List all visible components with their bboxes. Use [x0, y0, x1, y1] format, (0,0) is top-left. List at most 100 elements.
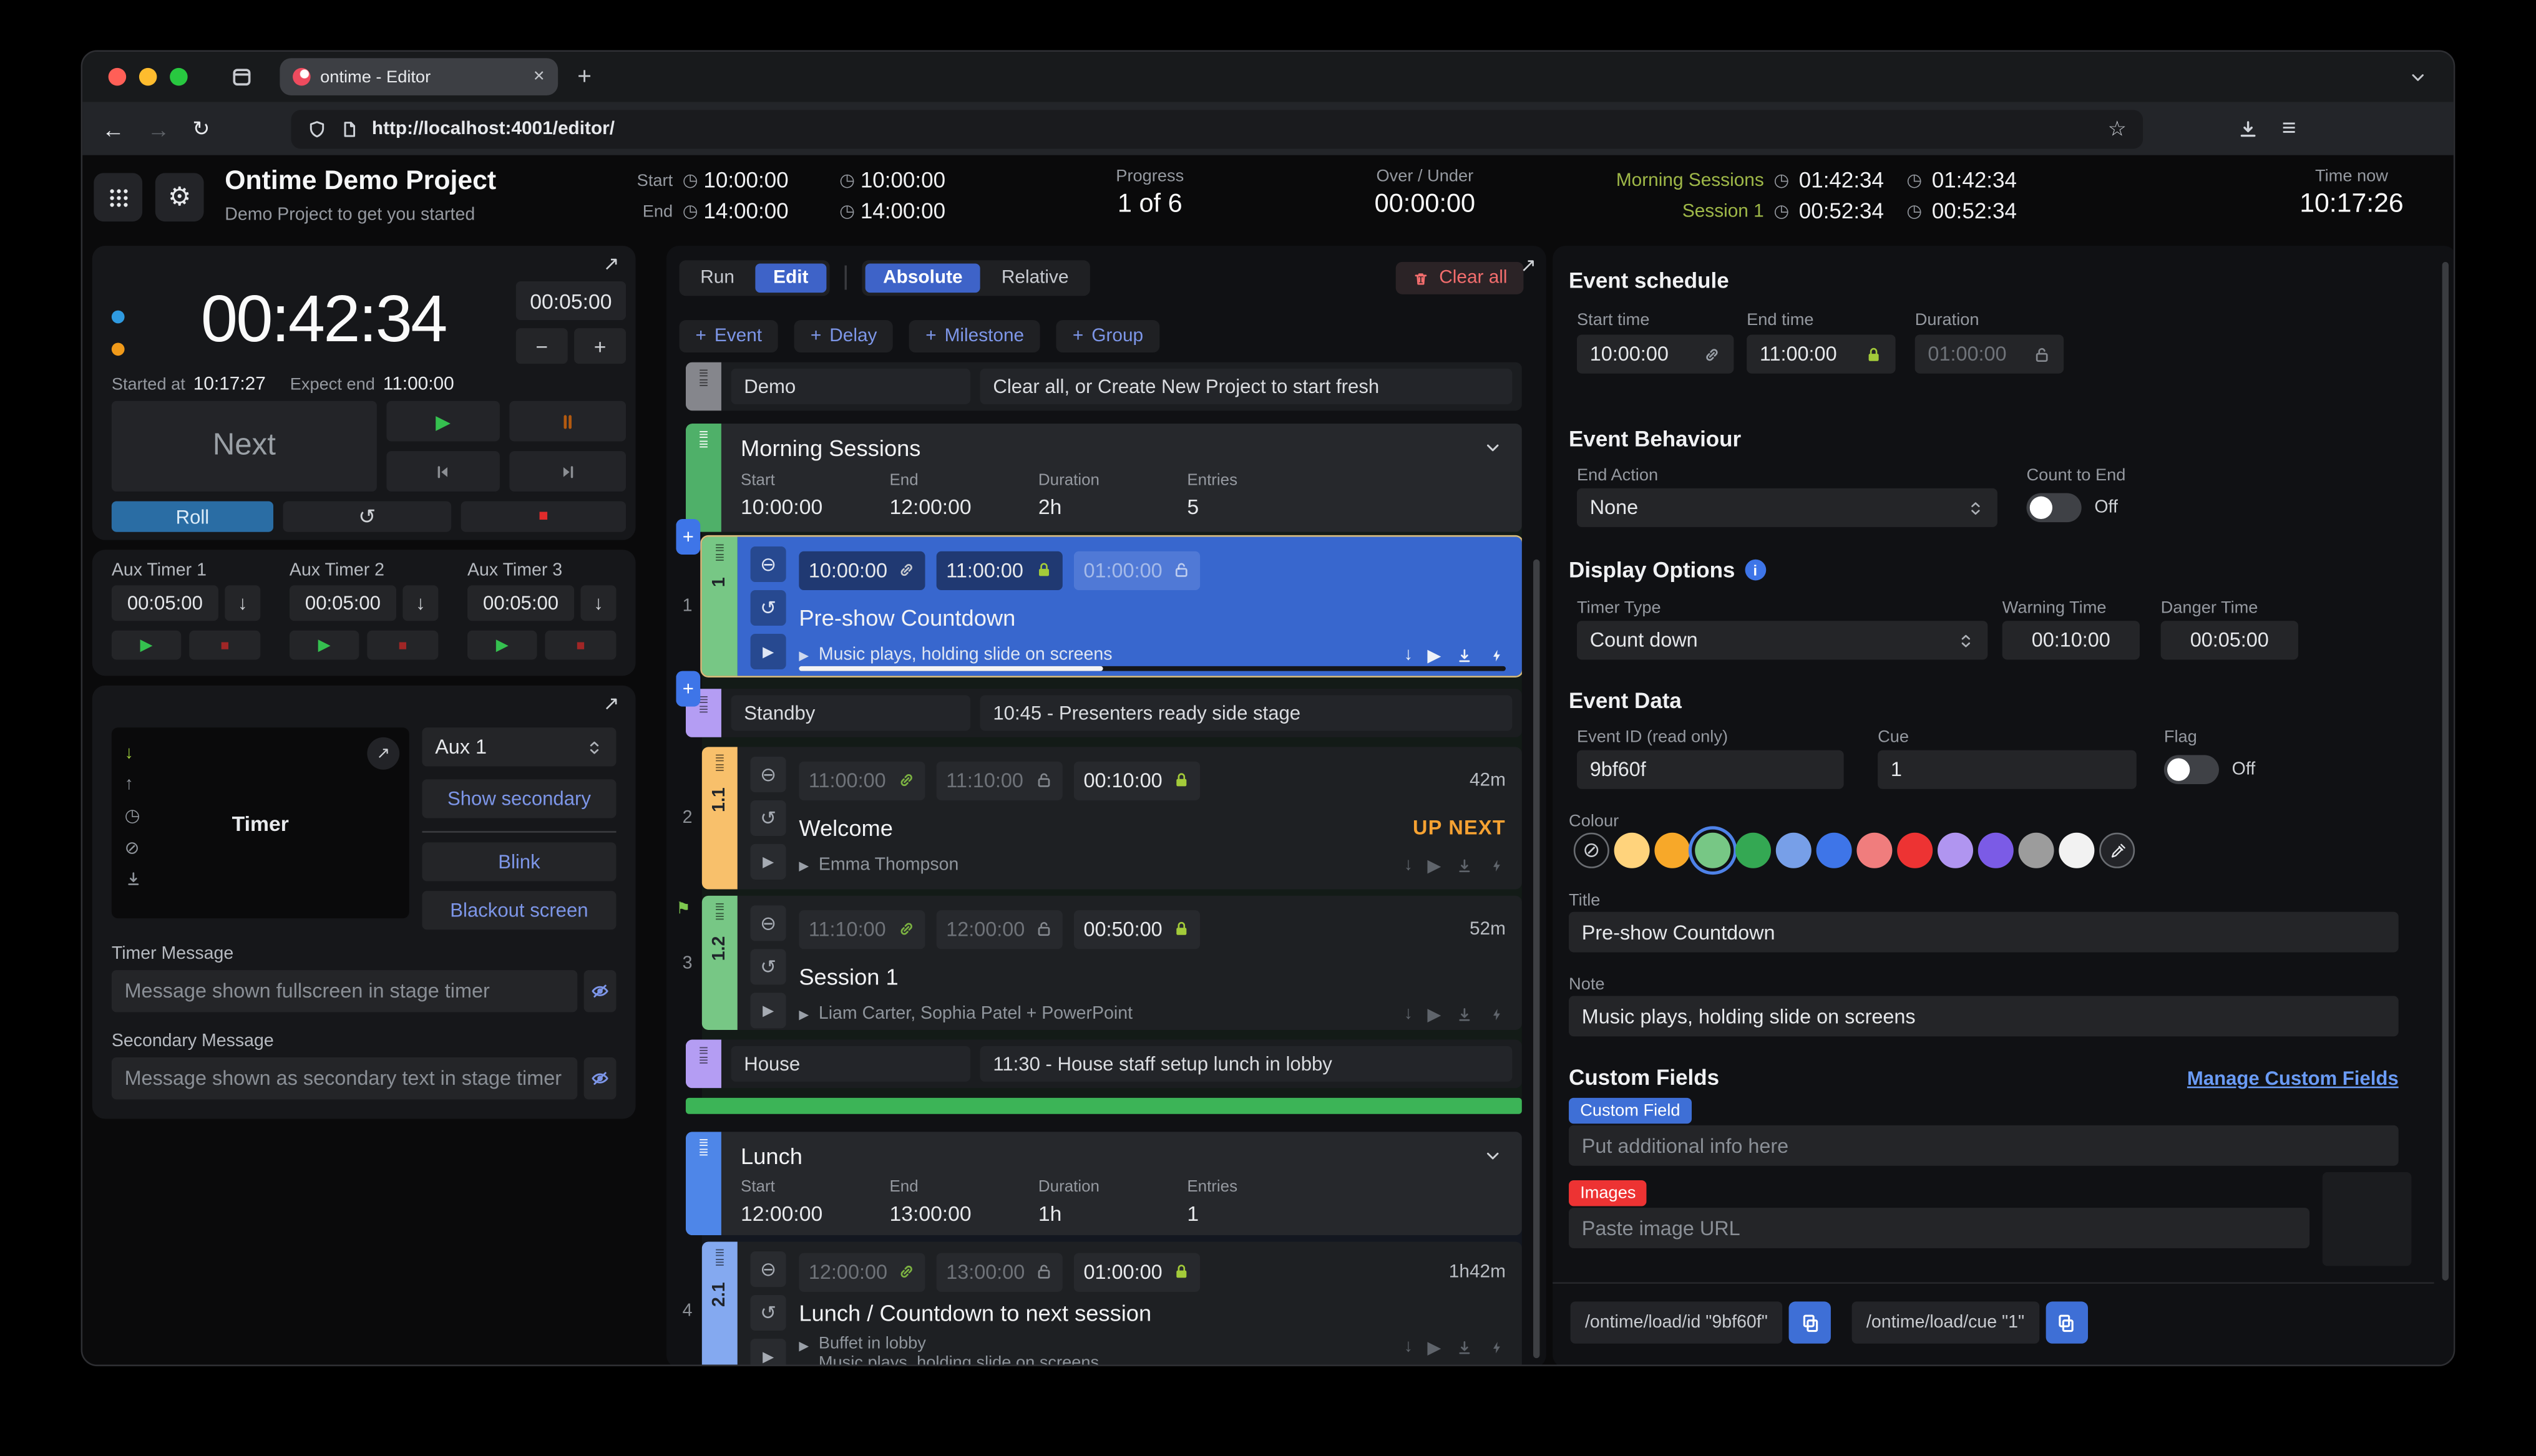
aux-timer-3-field[interactable]: 00:05:00 — [467, 585, 574, 621]
copy-load-cue-button[interactable] — [2046, 1301, 2087, 1343]
quick-add-button[interactable]: + — [676, 671, 700, 707]
event-start-field[interactable]: 11:00:00 — [799, 760, 925, 799]
inspector-scrollbar[interactable] — [2442, 262, 2449, 1281]
url-bar[interactable]: http://localhost:4001/editor/ ☆ — [291, 109, 2143, 148]
group-header[interactable]: ≡≡ Morning Sessions Start10:00:00 End12:… — [686, 424, 1522, 532]
colour-swatch[interactable] — [1938, 833, 1973, 868]
event-cue-strip[interactable]: ≡≡2.1 — [702, 1242, 738, 1367]
note-input[interactable]: Music plays, holding slide on screens — [1569, 996, 2399, 1037]
timer-message-input[interactable]: Message shown fullscreen in stage timer — [112, 970, 577, 1012]
external-link-icon[interactable]: ↗ — [1520, 254, 1536, 276]
link-icon[interactable] — [897, 920, 915, 938]
blackout-screen-button[interactable]: Blackout screen — [422, 891, 616, 929]
event-row-lunch-countdown[interactable]: 4 ≡≡2.1 ⊖ ↺ ▶ 12 — [702, 1242, 1522, 1367]
skip-event-button[interactable]: ⊖ — [751, 1251, 786, 1287]
event-cue-strip[interactable]: ≡≡1 — [702, 536, 738, 676]
aux-timer-1-direction-button[interactable]: ↓ — [225, 585, 260, 621]
add-group-button[interactable]: +Group — [1056, 320, 1159, 352]
event-cue-strip[interactable]: ≡≡1.2 — [702, 896, 738, 1030]
browser-tab[interactable]: ontime - Editor ✕ — [280, 58, 558, 95]
event-start-field[interactable]: 12:00:00 — [799, 1253, 925, 1291]
apps-menu-button[interactable] — [94, 173, 142, 221]
bookmark-star-icon[interactable]: ☆ — [2108, 115, 2127, 141]
timer-message-visibility-button[interactable] — [584, 970, 617, 1012]
add-delay-button[interactable]: +Delay — [794, 320, 893, 352]
unlock-icon[interactable] — [1035, 1263, 1053, 1281]
lock-icon[interactable] — [1173, 920, 1191, 938]
window-zoom-button[interactable] — [170, 68, 188, 86]
duration-field[interactable]: 01:00:00 — [1915, 335, 2064, 374]
secondary-message-input[interactable]: Message shown as secondary text in stage… — [112, 1057, 577, 1099]
event-start-field[interactable]: 11:10:00 — [799, 910, 925, 948]
add-time-button[interactable]: + — [574, 328, 626, 364]
arrow-down-icon[interactable]: ↓ — [1404, 1337, 1413, 1358]
unlock-icon[interactable] — [2033, 345, 2051, 363]
add-milestone-button[interactable]: +Milestone — [909, 320, 1040, 352]
flag-toggle[interactable] — [2164, 755, 2219, 784]
colour-swatch[interactable] — [1817, 833, 1852, 868]
back-button[interactable]: ← — [102, 115, 124, 141]
load-next-button[interactable]: Next — [112, 401, 377, 492]
copy-load-id-button[interactable] — [1789, 1301, 1831, 1343]
colour-swatch[interactable] — [1776, 833, 1812, 868]
load-icon[interactable] — [1456, 855, 1474, 876]
no-colour-swatch[interactable]: ⊘ — [1574, 833, 1609, 868]
info-icon[interactable]: i — [1745, 560, 1766, 581]
tab-overview-icon[interactable] — [230, 65, 254, 89]
link-icon[interactable] — [897, 1263, 915, 1281]
reload-event-button[interactable]: ↺ — [751, 800, 786, 836]
play-icon[interactable]: ▶ — [1427, 1337, 1441, 1358]
chevron-down-icon[interactable] — [2408, 67, 2427, 87]
external-link-icon[interactable]: ↗ — [603, 252, 620, 274]
next-event-button[interactable] — [509, 451, 626, 492]
quick-add-button[interactable]: + — [676, 519, 700, 555]
collapse-chevron-icon[interactable] — [1483, 1147, 1503, 1166]
bolt-icon[interactable] — [1488, 644, 1506, 666]
timer-type-select[interactable]: Count down — [1577, 621, 1987, 659]
stage-timer-preview[interactable]: ↓ ↑ ◷ ⊘ Timer ↗ — [112, 727, 409, 918]
window-close-button[interactable] — [109, 68, 127, 86]
unlock-icon[interactable] — [1173, 561, 1191, 579]
milestone-row-standby[interactable]: ≡≡ Standby 10:45 - Presenters ready side… — [686, 689, 1522, 737]
play-icon[interactable]: ▶ — [1427, 644, 1441, 666]
milestone-title-field[interactable]: Demo — [731, 369, 970, 404]
milestone-row-house[interactable]: ≡≡ House 11:30 - House staff setup lunch… — [686, 1040, 1522, 1089]
event-note[interactable]: Buffet in lobby Music plays, holding sli… — [819, 1333, 1099, 1366]
reload-event-button[interactable]: ↺ — [751, 1295, 786, 1331]
arrow-down-icon[interactable]: ↓ — [1404, 855, 1413, 876]
note-expander-icon[interactable]: ▶ — [799, 858, 809, 872]
event-title[interactable]: Session 1 — [799, 963, 1506, 988]
event-note[interactable]: Emma Thompson — [819, 855, 958, 875]
browser-menu-icon[interactable]: ≡ — [2282, 115, 2296, 142]
clear-all-button[interactable]: Clear all — [1395, 262, 1523, 294]
event-end-field[interactable]: 13:00:00 — [937, 1253, 1063, 1291]
colour-swatch[interactable] — [1735, 833, 1771, 868]
settings-button[interactable]: ⚙ — [155, 173, 204, 221]
link-icon[interactable] — [897, 561, 915, 579]
note-expander-icon[interactable]: ▶ — [799, 1006, 809, 1021]
drag-handle[interactable]: ≡≡ — [686, 424, 721, 532]
milestone-title-field[interactable]: Standby — [731, 695, 970, 730]
open-view-button[interactable]: ↗ — [367, 737, 399, 770]
tab-edit[interactable]: Edit — [756, 263, 826, 293]
event-duration-field[interactable]: 01:00:00 — [1074, 551, 1200, 590]
aux-timer-2-start-button[interactable]: ▶ — [290, 631, 359, 660]
bolt-icon[interactable] — [1488, 855, 1506, 876]
event-row-preshow-countdown[interactable]: 1 ≡≡1 ⊖ ↺ ▶ 10:0 — [702, 536, 1522, 676]
play-icon[interactable]: ▶ — [1427, 855, 1441, 876]
show-secondary-button[interactable]: Show secondary — [422, 779, 616, 818]
unlock-icon[interactable] — [1035, 920, 1053, 938]
cue-field[interactable]: 1 — [1878, 750, 2137, 789]
note-expander-icon[interactable]: ▶ — [799, 1338, 809, 1352]
event-duration-field[interactable]: 01:00:00 — [1074, 1253, 1200, 1291]
note-expander-icon[interactable]: ▶ — [799, 648, 809, 662]
event-start-field[interactable]: 10:00:00 — [799, 551, 925, 590]
arrow-down-icon[interactable]: ↓ — [1404, 644, 1413, 666]
skip-event-button[interactable]: ⊖ — [751, 905, 786, 941]
play-icon[interactable]: ▶ — [1427, 1003, 1441, 1024]
arrow-down-icon[interactable]: ↓ — [1404, 1003, 1413, 1024]
unlock-icon[interactable] — [1035, 771, 1053, 789]
skip-event-button[interactable]: ⊖ — [751, 757, 786, 792]
start-time-field[interactable]: 10:00:00 — [1577, 335, 1734, 374]
manage-custom-fields-link[interactable]: Manage Custom Fields — [2187, 1067, 2399, 1090]
